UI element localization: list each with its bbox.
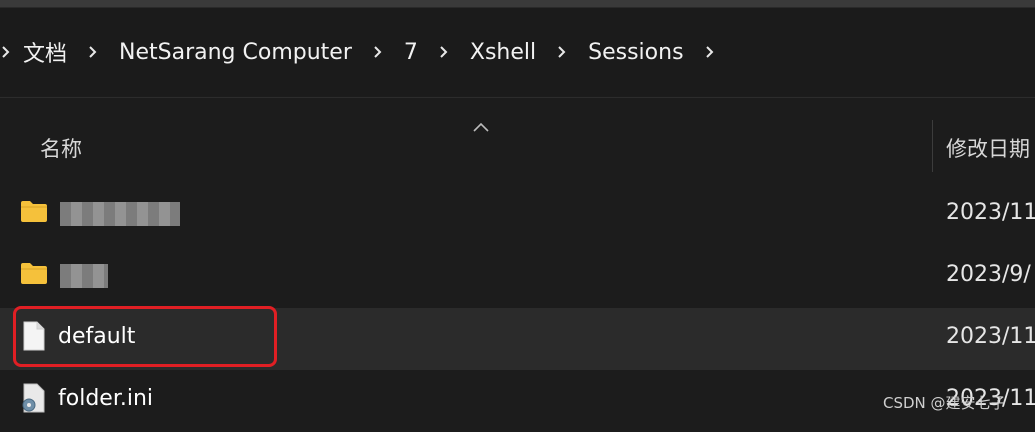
date-modified: 2023/9/ [946, 262, 1031, 287]
date-modified: 2023/11 [946, 200, 1035, 225]
sort-ascending-icon [472, 118, 490, 132]
breadcrumb-item-netsarang[interactable]: NetSarang Computer [108, 40, 363, 65]
chevron-right-icon[interactable] [547, 45, 577, 59]
file-name[interactable]: folder.ini [58, 386, 153, 411]
chevron-right-icon[interactable] [695, 45, 725, 59]
date-modified: 2023/11 [946, 324, 1035, 349]
window-top-edge [0, 0, 1035, 8]
annotation-highlight-box [13, 306, 277, 367]
chevron-right-icon[interactable] [78, 45, 108, 59]
obscured-name [60, 264, 108, 288]
column-resize-handle[interactable] [932, 120, 933, 172]
breadcrumb-item-xshell[interactable]: Xshell [459, 40, 547, 65]
column-header-row: 名称 修改日期 [0, 98, 1035, 180]
watermark: CSDN @建安七子 [883, 394, 1006, 412]
breadcrumb-item-documents[interactable]: 文档 [12, 36, 78, 68]
settings-file-icon [20, 383, 48, 413]
list-item-folder-ini[interactable]: folder.ini 2023/11 [0, 370, 1035, 432]
list-item[interactable]: 2023/9/ [0, 244, 1035, 306]
obscured-name [60, 202, 180, 226]
list-item[interactable]: 2023/11 [0, 182, 1035, 244]
folder-icon [20, 198, 48, 226]
column-header-name[interactable]: 名称 [40, 133, 82, 163]
chevron-right-icon[interactable] [363, 45, 393, 59]
breadcrumb-item-version[interactable]: 7 [393, 40, 429, 65]
chevron-right-icon[interactable] [0, 45, 12, 59]
column-header-date[interactable]: 修改日期 [946, 133, 1030, 163]
chevron-right-icon[interactable] [429, 45, 459, 59]
breadcrumb: 文档 NetSarang Computer 7 Xshell Sessions [0, 8, 1035, 96]
breadcrumb-item-sessions[interactable]: Sessions [577, 40, 694, 65]
folder-icon [20, 260, 48, 288]
